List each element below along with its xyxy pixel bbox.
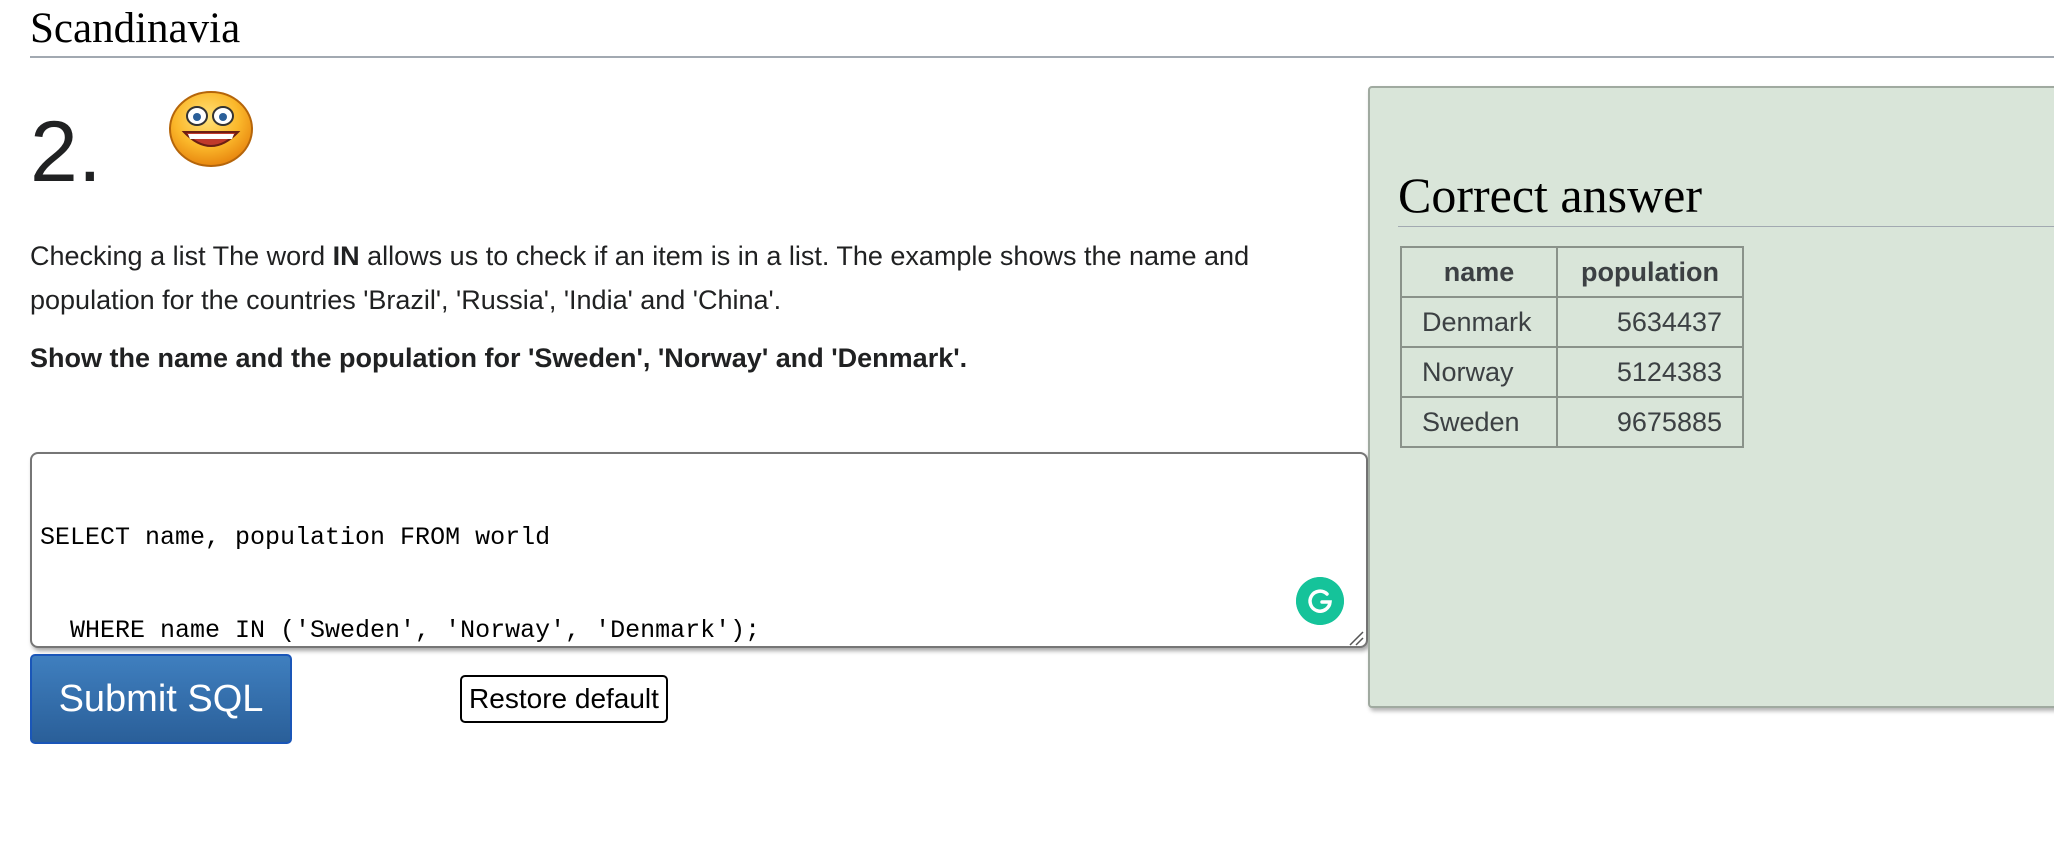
answer-table: name population Denmark 5634437 Norway 5… (1400, 246, 1744, 448)
question-description: Checking a list The word IN allows us to… (30, 234, 1350, 322)
population-cell: 5634437 (1556, 296, 1744, 348)
question-number: 2. (30, 104, 102, 200)
smiley-face-icon (169, 91, 253, 167)
answer-table-header: name population (1400, 246, 1744, 298)
table-row: Denmark 5634437 (1400, 296, 1744, 348)
country-name-cell: Denmark (1400, 296, 1558, 348)
column-header-name: name (1400, 246, 1558, 298)
resize-handle-icon[interactable] (1348, 630, 1364, 646)
grammarly-icon[interactable] (1296, 577, 1344, 625)
table-row: Sweden 9675885 (1400, 396, 1744, 448)
sql-editor[interactable]: SELECT name, population FROM world WHERE… (30, 452, 1368, 648)
population-cell: 5124383 (1556, 346, 1744, 398)
description-keyword: IN (332, 241, 360, 271)
section-title: Scandinavia (30, 0, 2054, 58)
country-name-cell: Norway (1400, 346, 1558, 398)
column-header-population: population (1556, 246, 1744, 298)
population-cell: 9675885 (1556, 396, 1744, 448)
country-name-cell: Sweden (1400, 396, 1558, 448)
question-task: Show the name and the population for 'Sw… (30, 343, 968, 373)
correct-answer-title: Correct answer (1398, 164, 2054, 227)
submit-sql-button[interactable]: Submit SQL (30, 654, 292, 744)
table-row: Norway 5124383 (1400, 346, 1744, 398)
restore-default-button[interactable]: Restore default (460, 675, 668, 723)
description-prefix: Checking a list The word (30, 241, 333, 271)
page: Scandinavia 2. Checking a list The word … (0, 0, 2054, 844)
sql-line-1: SELECT name, population FROM world (40, 523, 551, 552)
correct-answer-panel: Correct answer name population Denmark 5… (1368, 86, 2054, 708)
sql-line-2: WHERE name IN ('Sweden', 'Norway', 'Denm… (40, 616, 761, 645)
